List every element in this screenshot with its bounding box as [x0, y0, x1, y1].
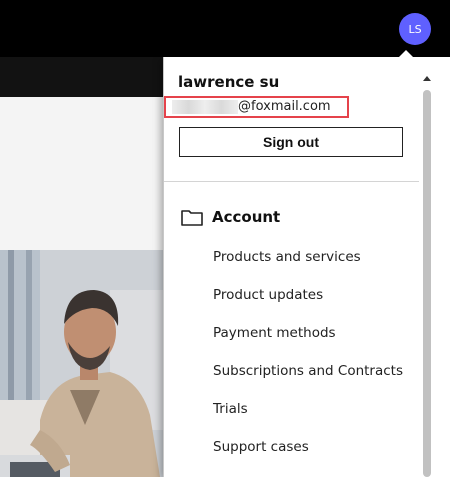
email-redaction [172, 100, 238, 114]
account-dropdown-menu [163, 57, 450, 477]
person-at-laptop-image [0, 250, 165, 477]
menu-item-support-cases[interactable]: Support cases [213, 439, 309, 455]
menu-item-product-updates[interactable]: Product updates [213, 287, 323, 303]
dropdown-pointer [398, 50, 414, 58]
menu-item-subscriptions-and-contracts[interactable]: Subscriptions and Contracts [213, 363, 403, 379]
menu-item-trials[interactable]: Trials [213, 401, 248, 417]
user-name: lawrence su [178, 73, 280, 91]
menu-item-products-and-services[interactable]: Products and services [213, 249, 361, 265]
scrollbar-thumb[interactable] [423, 90, 431, 477]
scroll-up-arrow-icon[interactable] [423, 76, 431, 81]
folder-icon [181, 210, 203, 226]
hero-photo [0, 250, 165, 477]
sign-out-button[interactable]: Sign out [179, 127, 403, 157]
user-email: @foxmail.com [238, 99, 331, 114]
account-section-title: Account [212, 208, 281, 226]
menu-divider [164, 181, 419, 182]
menu-item-payment-methods[interactable]: Payment methods [213, 325, 336, 341]
top-navigation-bar [0, 0, 450, 57]
user-avatar[interactable]: LS [399, 13, 431, 45]
